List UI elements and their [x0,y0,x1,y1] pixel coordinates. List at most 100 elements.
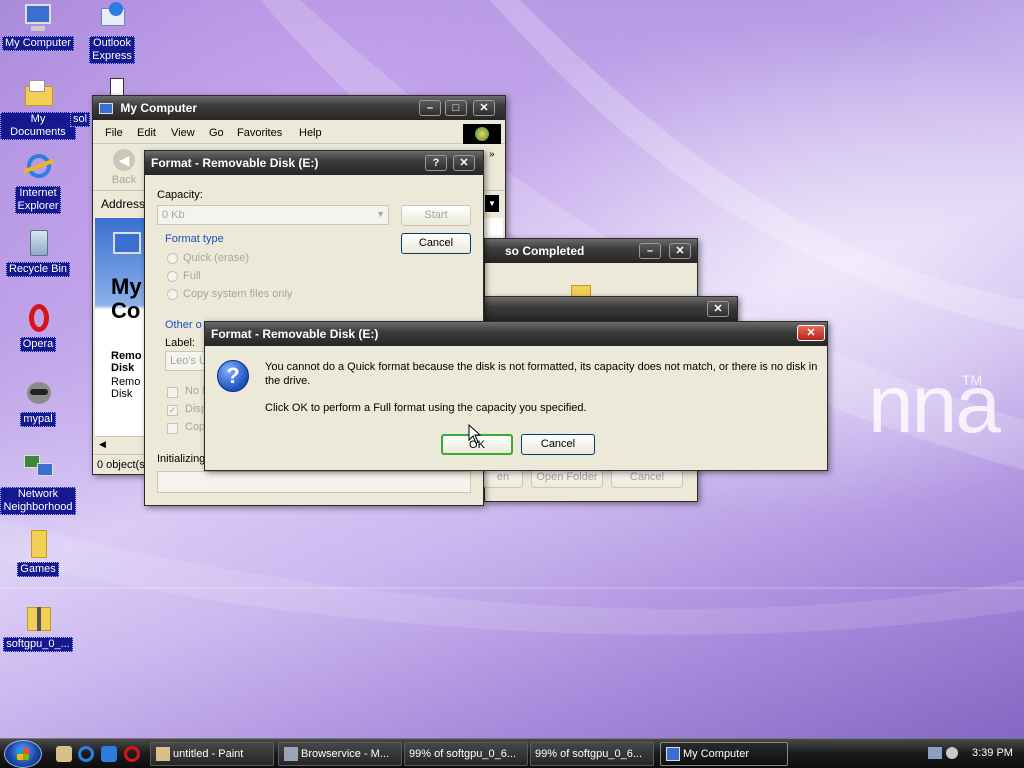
paint-quicklaunch-icon[interactable] [56,746,72,762]
task-button-paint[interactable]: untitled - Paint [150,742,274,766]
desktop-icon-internet-explorer[interactable]: Internet Explorer [0,152,76,214]
network-icon [21,453,55,485]
minimize-button[interactable]: – [419,100,441,116]
internet-explorer-icon [21,152,55,184]
desktop-icon-games[interactable]: Games [0,528,76,577]
title-bar[interactable]: Format - Removable Disk (E:) ✕ [205,322,827,346]
menu-file[interactable]: File [105,127,123,139]
dialog-message: You cannot do a Quick format because the… [265,361,818,387]
quick-radio[interactable] [167,253,178,264]
task-button-download-2[interactable]: 99% of softgpu_0_6... [530,742,654,766]
full-radio[interactable] [167,271,178,282]
menu-view[interactable]: View [171,127,195,139]
task-label: untitled - Paint [173,748,244,760]
title-bar[interactable]: so Completed – ✕ [485,239,697,263]
maximize-button[interactable]: □ [445,100,467,116]
volume-tray-icon[interactable] [946,747,958,759]
title-bar[interactable]: Format - Removable Disk (E:) ? ✕ [145,151,483,175]
menu-edit[interactable]: Edit [137,127,156,139]
progress-bar [157,471,471,493]
capacity-select[interactable]: 0 Kb ▼ [157,205,389,225]
browser-icon [284,747,298,761]
copy-files-checkbox[interactable] [167,423,178,434]
start-button[interactable] [4,740,42,768]
no-label-label: No l [185,385,205,397]
window-title: Format - Removable Disk (E:) [151,156,319,170]
format-warning-dialog[interactable]: Format - Removable Disk (E:) ✕ ? You can… [204,321,828,471]
desktop-icon-network-neighborhood[interactable]: Network Neighborhood [0,453,76,515]
desktop-icon-label: mypal [20,412,56,427]
question-icon: ? [217,360,249,392]
chevron-down-icon: ▼ [376,209,385,219]
dialog-title: Format - Removable Disk (E:) [211,327,379,341]
removable-disk-heading: Remo Disk [111,350,142,374]
removable-disk-sub: Remo Disk [111,376,141,400]
full-label: Full [183,270,201,282]
menu-favorites[interactable]: Favorites [237,127,282,139]
desktop-icon-label: softgpu_0_... [3,637,73,652]
copy-system-label: Copy system files only [183,288,293,300]
zip-folder-icon [21,603,55,635]
task-button-download-1[interactable]: 99% of softgpu_0_6... [404,742,528,766]
paint-icon [156,747,170,761]
desktop-icon-label: sol [69,112,91,127]
close-button[interactable]: ✕ [707,301,729,317]
wallpaper-trademark: TM [962,372,983,388]
desktop-icon-opera[interactable]: Opera [0,303,76,352]
task-button-browservice[interactable]: Browservice - M... [278,742,402,766]
menu-go[interactable]: Go [209,127,224,139]
network-tray-icon[interactable] [928,747,942,759]
desktop-icon-label: Internet Explorer [14,186,62,214]
label-label: Label: [165,337,195,349]
horizontal-scrollbar[interactable]: ◀ [95,436,147,452]
back-button[interactable]: ◀ Back [109,149,139,189]
desktop-icon-recycle-bin[interactable]: Recycle Bin [0,228,76,277]
status-text: 0 object(s) [97,459,149,471]
desktop-icon-label: My Computer [1,36,75,51]
desktop-icon-softgpu[interactable]: softgpu_0_... [0,603,76,652]
help-button[interactable]: ? [425,155,447,171]
capacity-label: Capacity: [157,189,203,201]
desktop-icon-my-computer[interactable]: My Computer [0,2,76,51]
outlook-express-quicklaunch-icon[interactable] [101,746,117,762]
window-title: so Completed [505,244,585,258]
copy-system-radio[interactable] [167,289,178,300]
close-button[interactable]: ✕ [797,325,825,341]
outlook-express-icon [95,2,129,34]
task-label: Browservice - M... [301,748,390,760]
desktop-icon-label: Network Neighborhood [0,487,76,515]
toolbar-overflow-icon[interactable]: » [489,149,495,160]
computer-icon [99,103,113,115]
window-title: My Computer [120,101,198,115]
task-label: 99% of softgpu_0_6... [409,748,517,760]
no-label-checkbox[interactable] [167,387,178,398]
desktop-icon-outlook-express[interactable]: Outlook Express [74,2,150,64]
opera-quicklaunch-icon[interactable] [124,746,140,762]
other-options-group-title: Other o [165,319,202,331]
quick-label: Quick (erase) [183,252,250,264]
close-button[interactable]: ✕ [453,155,475,171]
cancel-button[interactable]: Cancel [521,434,595,455]
desktop-icon-label: Opera [19,337,57,352]
back-label: Back [111,174,137,186]
close-button[interactable]: ✕ [473,100,495,116]
desktop-icon-mypal[interactable]: mypal [0,378,76,427]
system-tray: 3:39 PM [920,739,1024,768]
close-button[interactable]: ✕ [669,243,691,259]
format-type-group-title: Format type [165,233,224,245]
menu-help[interactable]: Help [299,127,322,139]
clock[interactable]: 3:39 PM [972,747,1013,759]
title-bar[interactable]: My Computer – □ ✕ [93,96,505,120]
internet-explorer-quicklaunch-icon[interactable] [78,746,94,762]
back-arrow-icon: ◀ [113,149,135,171]
title-bar[interactable]: ✕ [485,297,737,321]
address-label: Address [101,197,146,211]
address-dropdown-arrow-icon[interactable]: ▼ [485,195,499,212]
minimize-button[interactable]: – [639,243,661,259]
display-summary-checkbox[interactable]: ✓ [167,405,178,416]
scroll-left-icon[interactable]: ◀ [99,439,106,450]
task-button-my-computer[interactable]: My Computer [660,742,788,766]
start-button[interactable]: Start [401,205,471,226]
cancel-button[interactable]: Cancel [401,233,471,254]
opera-icon [21,303,55,335]
